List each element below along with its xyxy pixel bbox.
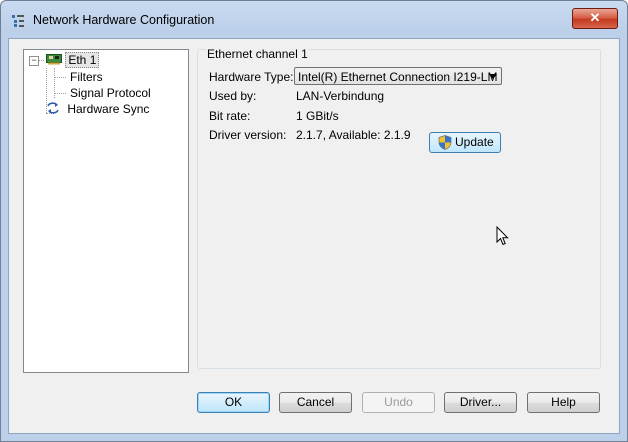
- tree-item-eth1[interactable]: Eth 1: [46, 52, 100, 68]
- collapse-toggle[interactable]: −: [29, 56, 39, 66]
- tree-connector: [39, 60, 44, 61]
- close-button[interactable]: ✕: [572, 8, 618, 29]
- tree-connector: [54, 77, 66, 78]
- network-card-icon: [46, 54, 62, 65]
- close-icon: ✕: [589, 10, 601, 25]
- driver-button[interactable]: Driver...: [444, 392, 517, 413]
- hardware-type-dropdown[interactable]: Intel(R) Ethernet Connection I219-LM: [294, 67, 502, 85]
- driver-version-value: 2.1.7, Available: 2.1.9: [296, 128, 411, 142]
- tree-connector: [54, 93, 66, 94]
- hardware-type-value: Intel(R) Ethernet Connection I219-LM: [298, 70, 498, 84]
- update-button[interactable]: Update: [429, 132, 501, 153]
- driver-version-label: Driver version:: [209, 128, 287, 142]
- tree-item-signal-protocol[interactable]: Signal Protocol: [70, 85, 151, 101]
- hardware-type-label: Hardware Type:: [209, 70, 294, 84]
- bit-rate-value: 1 GBit/s: [296, 109, 339, 123]
- cancel-button[interactable]: Cancel: [279, 392, 352, 413]
- used-by-label: Used by:: [209, 89, 257, 103]
- update-button-label: Update: [455, 135, 494, 149]
- bit-rate-label: Bit rate:: [209, 109, 251, 123]
- ethernet-channel-group: Ethernet channel 1 Hardware Type: Intel(…: [197, 47, 601, 369]
- hardware-tree[interactable]: − Eth 1 Filters Signal Protocol Hardware…: [23, 49, 189, 373]
- tree-item-filters[interactable]: Filters: [70, 69, 103, 85]
- tree-list-icon: [12, 15, 24, 27]
- dialog-window: Network Hardware Configuration ✕ − Eth 1: [0, 0, 628, 442]
- tree-item-label: Signal Protocol: [70, 86, 151, 100]
- tree-item-label: Filters: [70, 70, 103, 84]
- tree-item-label: Hardware Sync: [67, 102, 150, 116]
- group-title: Ethernet channel 1: [206, 47, 309, 61]
- driver-button-label: Driver...: [459, 395, 502, 409]
- ok-button[interactable]: OK: [197, 392, 270, 413]
- help-button[interactable]: Help: [527, 392, 600, 413]
- uac-shield-icon: [438, 135, 452, 150]
- client-area: − Eth 1 Filters Signal Protocol Hardware…: [8, 38, 620, 434]
- tree-item-hardware-sync[interactable]: Hardware Sync: [46, 101, 149, 117]
- ok-button-label: OK: [224, 395, 243, 409]
- sync-arrows-icon: [47, 102, 59, 114]
- window-title: Network Hardware Configuration: [33, 13, 215, 27]
- cancel-button-label: Cancel: [296, 395, 335, 409]
- title-bar[interactable]: Network Hardware Configuration ✕: [1, 1, 627, 39]
- undo-button-label: Undo: [384, 395, 413, 409]
- help-button-label: Help: [551, 395, 576, 409]
- chevron-down-icon: [489, 74, 497, 79]
- undo-button[interactable]: Undo: [362, 392, 435, 413]
- used-by-value: LAN-Verbindung: [296, 89, 385, 103]
- mouse-cursor-icon: [496, 226, 509, 246]
- tree-item-label: Eth 1: [65, 52, 100, 68]
